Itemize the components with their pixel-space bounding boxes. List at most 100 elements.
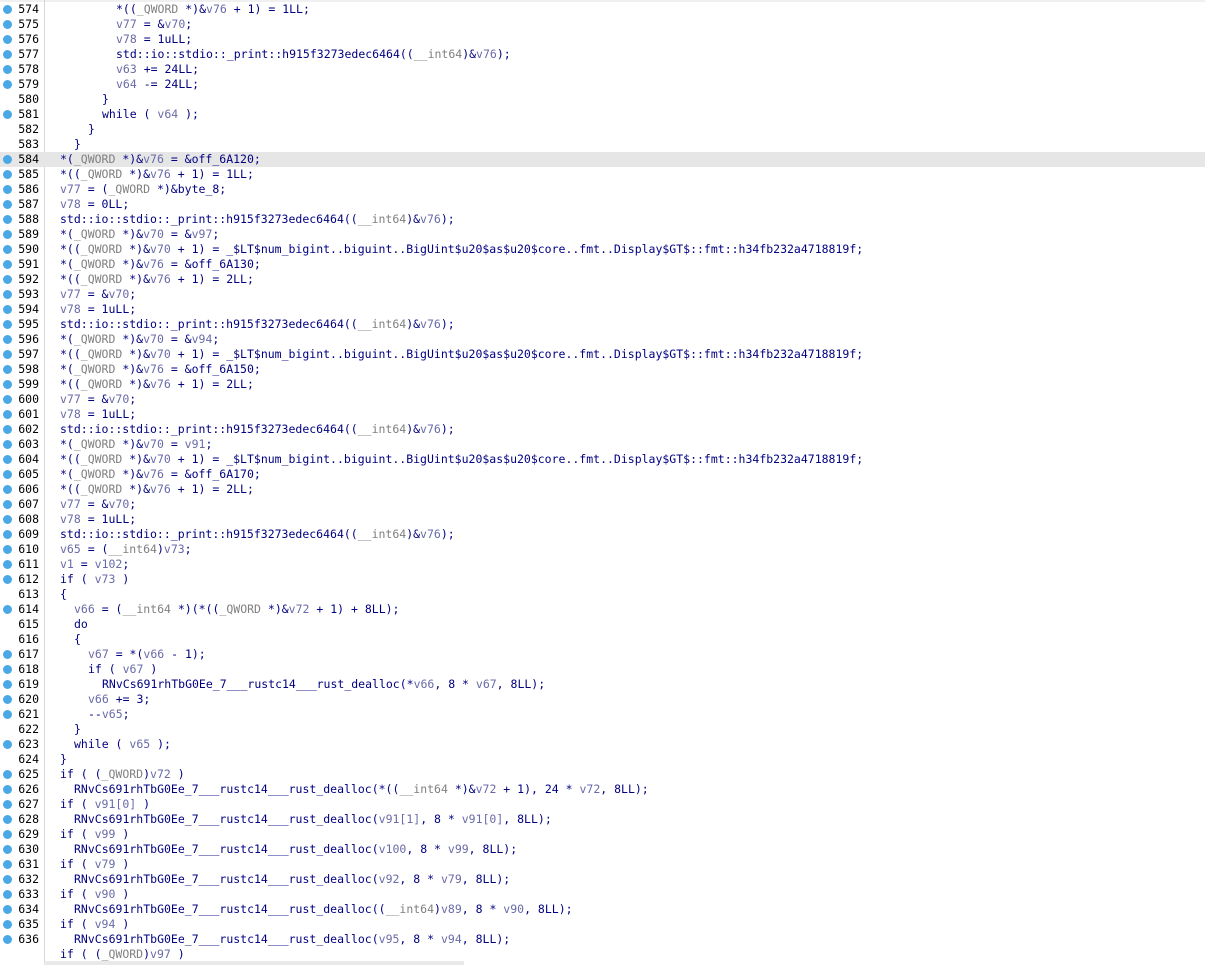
breakpoint-dot-icon[interactable] xyxy=(3,575,12,584)
code-line[interactable]: 591 *(_QWORD *)&v76 = &off_6A130; xyxy=(0,257,1205,272)
code-line[interactable]: 574 *((_QWORD *)&v76 + 1) = 1LL; xyxy=(0,2,1205,17)
code-line[interactable]: 588 std::io::stdio::_print::h915f3273edec… xyxy=(0,212,1205,227)
code-line[interactable]: 610 v65 = (__int64)v73; xyxy=(0,542,1205,557)
breakpoint-dot-icon[interactable] xyxy=(3,20,12,29)
code-line[interactable]: 600 v77 = &v70; xyxy=(0,392,1205,407)
code-line[interactable]: 606 *((_QWORD *)&v76 + 1) = 2LL; xyxy=(0,482,1205,497)
breakpoint-dot-icon[interactable] xyxy=(3,380,12,389)
breakpoint-dot-icon[interactable] xyxy=(3,515,12,524)
code-line[interactable]: 636 RNvCs691rhTbG0Ee_7___rustc14___rust_d… xyxy=(0,932,1205,947)
code-line[interactable]: 579 v64 -= 24LL; xyxy=(0,77,1205,92)
code-line[interactable]: 580} xyxy=(0,92,1205,107)
breakpoint-dot-icon[interactable] xyxy=(3,485,12,494)
breakpoint-dot-icon[interactable] xyxy=(3,785,12,794)
code-line[interactable]: 624} xyxy=(0,752,1205,767)
code-line[interactable]: 596 *(_QWORD *)&v70 = &v94; xyxy=(0,332,1205,347)
breakpoint-dot-icon[interactable] xyxy=(3,290,12,299)
breakpoint-dot-icon[interactable] xyxy=(3,80,12,89)
pseudocode-view[interactable]: 574 *((_QWORD *)&v76 + 1) = 1LL; 575 v77 = … xyxy=(0,0,1205,965)
code-line[interactable]: 622} xyxy=(0,722,1205,737)
breakpoint-dot-icon[interactable] xyxy=(3,560,12,569)
breakpoint-dot-icon[interactable] xyxy=(3,440,12,449)
breakpoint-dot-icon[interactable] xyxy=(3,320,12,329)
code-line[interactable]: 631 if ( v79 ) xyxy=(0,857,1205,872)
code-line[interactable]: 587 v78 = 0LL; xyxy=(0,197,1205,212)
code-line[interactable]: 584 *(_QWORD *)&v76 = &off_6A120; xyxy=(0,152,1205,167)
breakpoint-dot-icon[interactable] xyxy=(3,230,12,239)
code-line[interactable]: 605 *(_QWORD *)&v76 = &off_6A170; xyxy=(0,467,1205,482)
code-line[interactable]: 633 if ( v90 ) xyxy=(0,887,1205,902)
code-line[interactable]: 597 *((_QWORD *)&v70 + 1) = _$LT$num_bigi… xyxy=(0,347,1205,362)
code-line[interactable]: 611 v1 = v102; xyxy=(0,557,1205,572)
breakpoint-dot-icon[interactable] xyxy=(3,890,12,899)
code-line[interactable]: 634 RNvCs691rhTbG0Ee_7___rustc14___rust_d… xyxy=(0,902,1205,917)
code-line[interactable]: 625 if ( (_QWORD)v72 ) xyxy=(0,767,1205,782)
code-line[interactable]: 598 *(_QWORD *)&v76 = &off_6A150; xyxy=(0,362,1205,377)
breakpoint-dot-icon[interactable] xyxy=(3,770,12,779)
code-line[interactable]: 585 *((_QWORD *)&v76 + 1) = 1LL; xyxy=(0,167,1205,182)
code-line[interactable]: 618 if ( v67 ) xyxy=(0,662,1205,677)
code-line[interactable]: 582} xyxy=(0,122,1205,137)
breakpoint-dot-icon[interactable] xyxy=(3,425,12,434)
breakpoint-dot-icon[interactable] xyxy=(3,65,12,74)
code-line[interactable]: 602 std::io::stdio::_print::h915f3273edec… xyxy=(0,422,1205,437)
breakpoint-dot-icon[interactable] xyxy=(3,905,12,914)
code-line[interactable]: 578 v63 += 24LL; xyxy=(0,62,1205,77)
breakpoint-dot-icon[interactable] xyxy=(3,395,12,404)
code-line[interactable]: 615 do xyxy=(0,617,1205,632)
code-line[interactable]: 609 std::io::stdio::_print::h915f3273edec… xyxy=(0,527,1205,542)
code-line[interactable]: 608 v78 = 1uLL; xyxy=(0,512,1205,527)
code-line[interactable]: if ( (_QWORD)v97 ) xyxy=(0,947,1205,962)
code-line[interactable]: 595 std::io::stdio::_print::h915f3273edec… xyxy=(0,317,1205,332)
code-line[interactable]: 613 { xyxy=(0,587,1205,602)
breakpoint-dot-icon[interactable] xyxy=(3,245,12,254)
breakpoint-dot-icon[interactable] xyxy=(3,185,12,194)
code-line[interactable]: 626 RNvCs691rhTbG0Ee_7___rustc14___rust_d… xyxy=(0,782,1205,797)
breakpoint-dot-icon[interactable] xyxy=(3,215,12,224)
breakpoint-dot-icon[interactable] xyxy=(3,275,12,284)
breakpoint-dot-icon[interactable] xyxy=(3,935,12,944)
breakpoint-dot-icon[interactable] xyxy=(3,35,12,44)
breakpoint-dot-icon[interactable] xyxy=(3,530,12,539)
breakpoint-dot-icon[interactable] xyxy=(3,860,12,869)
breakpoint-dot-icon[interactable] xyxy=(3,740,12,749)
code-line[interactable]: 594 v78 = 1uLL; xyxy=(0,302,1205,317)
code-line[interactable]: 577 std::io::stdio::_print::h915f3273edec… xyxy=(0,47,1205,62)
code-line[interactable]: 619 RNvCs691rhTbG0Ee_7___rustc14___rust_d… xyxy=(0,677,1205,692)
code-line[interactable]: 590 *((_QWORD *)&v70 + 1) = _$LT$num_bigi… xyxy=(0,242,1205,257)
code-line[interactable]: 575 v77 = &v70; xyxy=(0,17,1205,32)
breakpoint-dot-icon[interactable] xyxy=(3,710,12,719)
breakpoint-dot-icon[interactable] xyxy=(3,845,12,854)
code-line[interactable]: 607 v77 = &v70; xyxy=(0,497,1205,512)
breakpoint-dot-icon[interactable] xyxy=(3,695,12,704)
horizontal-scrollbar[interactable] xyxy=(44,961,464,965)
code-line[interactable]: 612 if ( v73 ) xyxy=(0,572,1205,587)
breakpoint-dot-icon[interactable] xyxy=(3,305,12,314)
breakpoint-dot-icon[interactable] xyxy=(3,800,12,809)
code-line[interactable]: 576 v78 = 1uLL; xyxy=(0,32,1205,47)
breakpoint-dot-icon[interactable] xyxy=(3,335,12,344)
breakpoint-dot-icon[interactable] xyxy=(3,110,12,119)
code-line[interactable]: 581 while ( v64 ); xyxy=(0,107,1205,122)
breakpoint-dot-icon[interactable] xyxy=(3,605,12,614)
code-line[interactable]: 616 { xyxy=(0,632,1205,647)
code-line[interactable]: 628 RNvCs691rhTbG0Ee_7___rustc14___rust_d… xyxy=(0,812,1205,827)
code-line[interactable]: 623 while ( v65 ); xyxy=(0,737,1205,752)
breakpoint-dot-icon[interactable] xyxy=(3,650,12,659)
code-line[interactable]: 601 v78 = 1uLL; xyxy=(0,407,1205,422)
code-line[interactable]: 583} xyxy=(0,137,1205,152)
code-line[interactable]: 599 *((_QWORD *)&v76 + 1) = 2LL; xyxy=(0,377,1205,392)
breakpoint-dot-icon[interactable] xyxy=(3,5,12,14)
breakpoint-dot-icon[interactable] xyxy=(3,545,12,554)
code-line[interactable]: 620 v66 += 3; xyxy=(0,692,1205,707)
breakpoint-dot-icon[interactable] xyxy=(3,455,12,464)
breakpoint-dot-icon[interactable] xyxy=(3,410,12,419)
breakpoint-dot-icon[interactable] xyxy=(3,260,12,269)
breakpoint-dot-icon[interactable] xyxy=(3,50,12,59)
breakpoint-dot-icon[interactable] xyxy=(3,815,12,824)
breakpoint-dot-icon[interactable] xyxy=(3,830,12,839)
breakpoint-dot-icon[interactable] xyxy=(3,500,12,509)
code-line[interactable]: 604 *((_QWORD *)&v70 + 1) = _$LT$num_bigi… xyxy=(0,452,1205,467)
code-line[interactable]: 632 RNvCs691rhTbG0Ee_7___rustc14___rust_d… xyxy=(0,872,1205,887)
code-line[interactable]: 617 v67 = *(v66 - 1); xyxy=(0,647,1205,662)
